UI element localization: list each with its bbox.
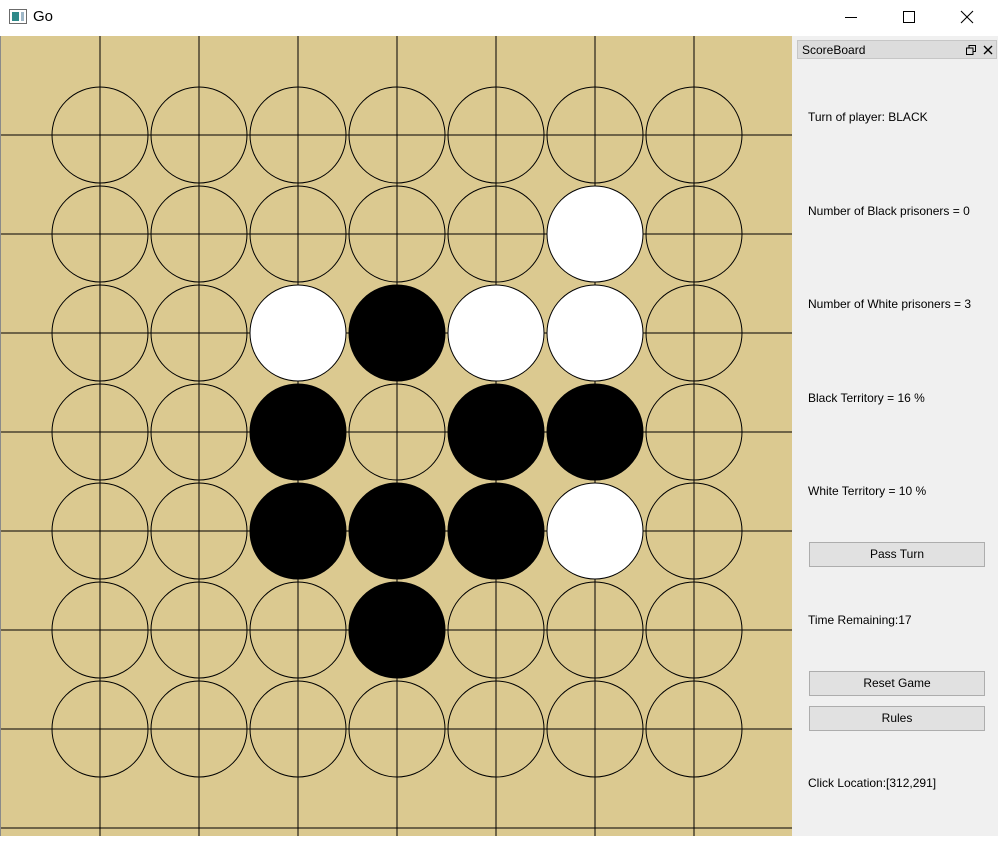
black-stone[interactable] <box>447 383 545 481</box>
black-stone[interactable] <box>447 482 545 580</box>
click-location-label: Click Location:[312,291] <box>808 776 937 790</box>
white-territory-label: White Territory = 10 % <box>808 484 927 498</box>
time-remaining-label: Time Remaining:17 <box>808 613 912 627</box>
black-territory-label: Black Territory = 16 % <box>808 391 925 405</box>
dock-title-text: ScoreBoard <box>802 43 866 57</box>
close-icon <box>960 10 974 24</box>
black-stone[interactable] <box>249 482 347 580</box>
app-icon <box>9 9 27 24</box>
scoreboard-dock-title: ScoreBoard <box>797 40 997 59</box>
turn-label: Turn of player: BLACK <box>808 110 928 124</box>
white-stone[interactable] <box>447 284 545 382</box>
reset-game-button[interactable]: Reset Game <box>809 671 985 696</box>
board-canvas[interactable] <box>1 36 794 836</box>
float-dock-icon[interactable] <box>966 45 976 55</box>
black-stone[interactable] <box>348 284 446 382</box>
black-stone[interactable] <box>546 383 644 481</box>
maximize-icon <box>903 11 915 23</box>
black-stone[interactable] <box>348 581 446 679</box>
window-title: Go <box>33 8 54 25</box>
minimize-icon <box>845 17 857 18</box>
maximize-button[interactable] <box>880 0 938 35</box>
minimize-button[interactable] <box>822 0 880 35</box>
pass-turn-button[interactable]: Pass Turn <box>809 542 985 567</box>
white-stone[interactable] <box>546 284 644 382</box>
rules-button[interactable]: Rules <box>809 706 985 731</box>
white-prisoners-label: Number of White prisoners = 3 <box>808 297 972 311</box>
white-stone[interactable] <box>249 284 347 382</box>
white-stone[interactable] <box>546 185 644 283</box>
close-dock-icon[interactable] <box>983 45 993 55</box>
black-stone[interactable] <box>348 482 446 580</box>
black-prisoners-label: Number of Black prisoners = 0 <box>808 204 970 218</box>
close-button[interactable] <box>938 0 996 35</box>
black-stone[interactable] <box>249 383 347 481</box>
go-board[interactable] <box>0 36 794 836</box>
white-stone[interactable] <box>546 482 644 580</box>
title-bar: Go <box>0 0 998 35</box>
scoreboard-panel: ScoreBoard Turn of player: BLACK Number … <box>792 36 998 836</box>
